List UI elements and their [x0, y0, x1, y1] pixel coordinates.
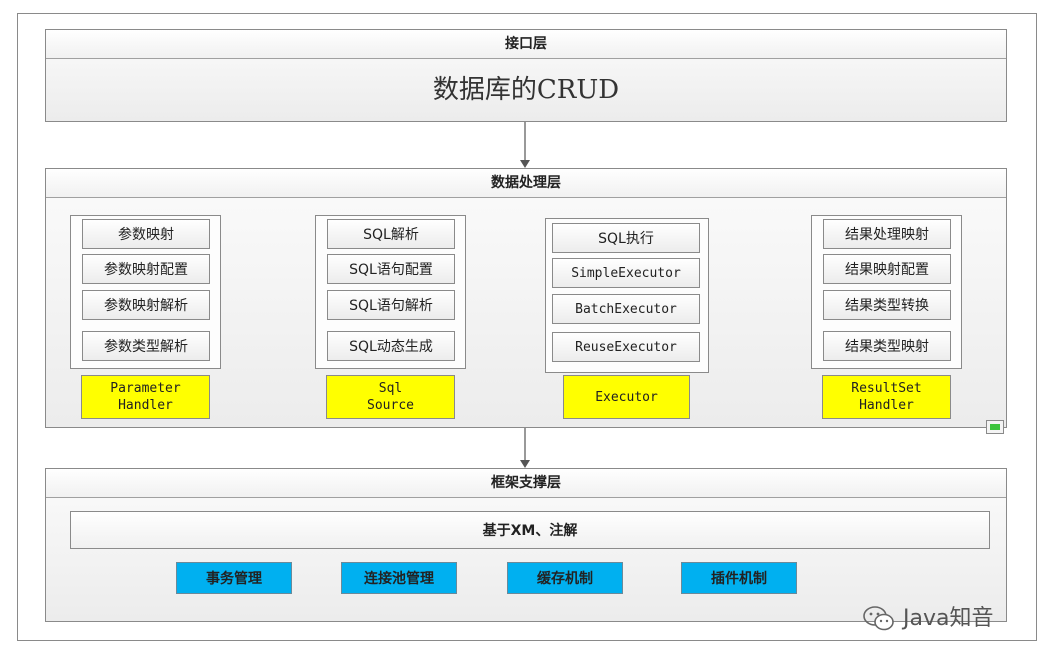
group-item: 结果类型映射 — [823, 331, 951, 361]
group-item: BatchExecutor — [552, 294, 700, 324]
executor-label: Executor — [563, 375, 690, 419]
group-item: 结果类型转换 — [823, 290, 951, 320]
group-item: SQL解析 — [327, 219, 455, 249]
framework-layer-title: 框架支撑层 — [46, 469, 1006, 498]
module-box: 事务管理 — [176, 562, 292, 594]
group-item: SimpleExecutor — [552, 258, 700, 288]
expand-handle[interactable] — [986, 420, 1004, 434]
executor-group: SQL执行 SimpleExecutor BatchExecutor Reuse… — [545, 218, 709, 373]
group-item: SQL动态生成 — [327, 331, 455, 361]
group-item: 结果处理映射 — [823, 219, 951, 249]
group-item: 参数映射配置 — [82, 254, 210, 284]
group-item: SQL语句解析 — [327, 290, 455, 320]
arrow-head-1 — [520, 160, 530, 168]
handle-indicator — [990, 424, 1000, 430]
sql-source-label: Sql Source — [326, 375, 455, 419]
group-item: 参数映射 — [82, 219, 210, 249]
group-item: SQL执行 — [552, 223, 700, 253]
resultset-group: 结果处理映射 结果映射配置 结果类型转换 结果类型映射 — [811, 215, 962, 369]
arrow-head-2 — [520, 460, 530, 468]
processing-layer-title: 数据处理层 — [46, 169, 1006, 198]
group-item: 参数类型解析 — [82, 331, 210, 361]
parameter-handler-label: Parameter Handler — [81, 375, 210, 419]
watermark-text: Java知音 — [903, 606, 994, 631]
group-item: 结果映射配置 — [823, 254, 951, 284]
group-item: 参数映射解析 — [82, 290, 210, 320]
module-box: 连接池管理 — [341, 562, 457, 594]
parameter-group: 参数映射 参数映射配置 参数映射解析 参数类型解析 — [70, 215, 221, 369]
module-box: 缓存机制 — [507, 562, 623, 594]
module-box: 插件机制 — [681, 562, 797, 594]
group-item: SQL语句配置 — [327, 254, 455, 284]
sql-group: SQL解析 SQL语句配置 SQL语句解析 SQL动态生成 — [315, 215, 466, 369]
chat-bubble-icon — [863, 606, 894, 631]
group-item: ReuseExecutor — [552, 332, 700, 362]
resultset-handler-label: ResultSet Handler — [822, 375, 951, 419]
watermark: Java知音 — [862, 600, 993, 633]
xml-annotation-bar: 基于XM、注解 — [70, 511, 990, 549]
